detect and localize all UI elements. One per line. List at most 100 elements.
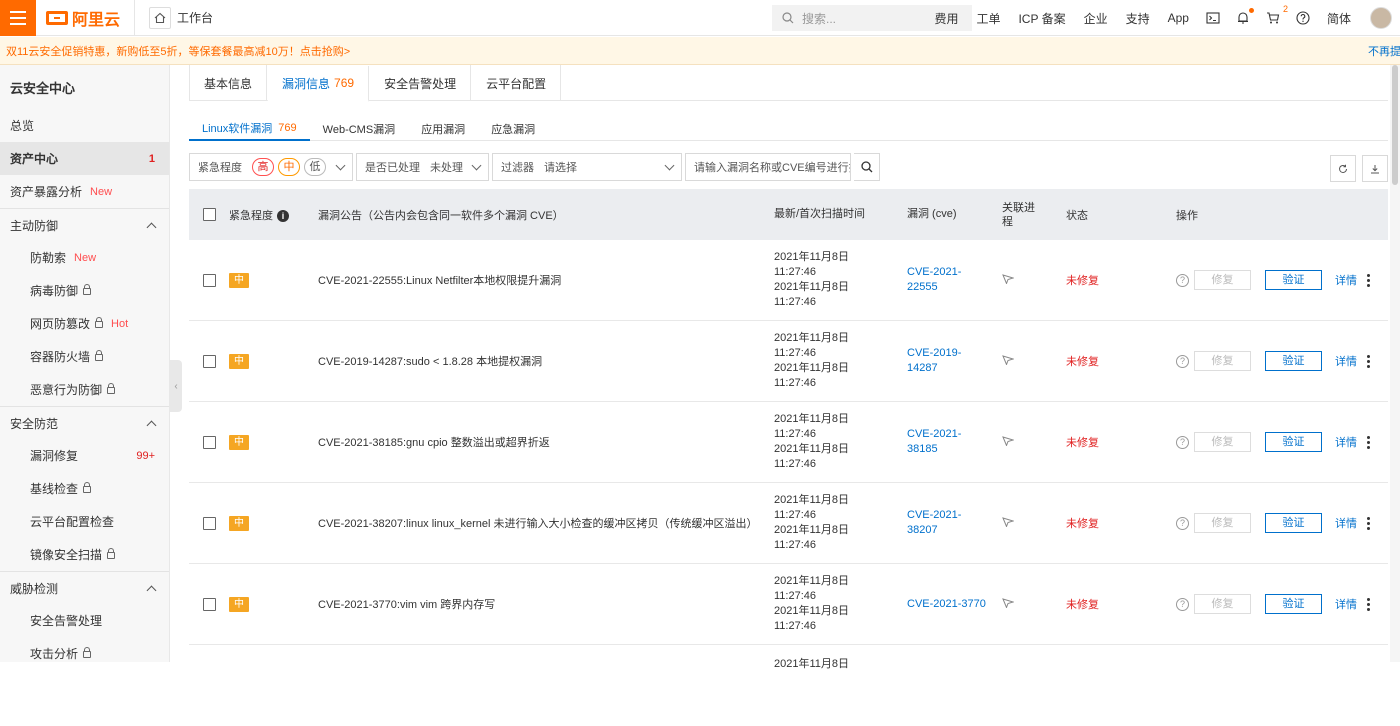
sidebar-collapse-handle[interactable]: ‹ [170,360,182,412]
sidebar-group-security-defense[interactable]: 安全防范 [0,406,169,439]
fix-button[interactable]: 修复 [1194,351,1251,371]
promo-dismiss-link[interactable]: 不再提示 [1368,43,1400,59]
link-ticket[interactable]: 工单 [976,10,1000,27]
vuln-search-input[interactable]: 请输入漏洞名称或CVE编号进行搜 [685,153,851,181]
sidebar-item-asset-center[interactable]: 资产中心 1 [0,142,169,175]
cve-link[interactable]: CVE-2021- 38207 [907,508,1002,538]
sidebar-group-threat-detection[interactable]: 威胁检测 [0,571,169,604]
vuln-name[interactable]: CVE-2021-22555:Linux Netfilter本地权限提升漏洞 [318,272,774,288]
bell-icon[interactable] [1236,8,1254,25]
vuln-name[interactable]: CVE-2021-38207:linux linux_kernel 未进行输入大… [318,515,774,531]
filter-select[interactable]: 过滤器 请选择 [492,153,682,181]
help-circle-icon[interactable]: ? [1176,597,1189,611]
detail-link[interactable]: 详情 [1335,434,1357,450]
link-billing[interactable]: 费用 [934,10,958,27]
handled-select[interactable]: 是否已处理 未处理 [356,153,489,181]
process-icon[interactable] [1002,597,1015,609]
tab-basic-info[interactable]: 基本信息 [189,65,268,101]
verify-button[interactable]: 验证 [1265,432,1322,452]
detail-link[interactable]: 详情 [1335,515,1357,531]
terminal-icon[interactable] [1206,11,1220,25]
subtab-emergency-vuln[interactable]: 应急漏洞 [478,116,548,141]
sidebar-item-webtamper[interactable]: 网页防篡改 Hot [0,307,169,340]
sidebar-item-baseline[interactable]: 基线检查 [0,472,169,505]
download-button[interactable] [1362,155,1388,182]
cve-link[interactable]: CVE-2021- 38185 [907,427,1002,457]
help-icon[interactable] [1296,11,1310,25]
process-icon[interactable] [1002,273,1015,285]
link-icp[interactable]: ICP 备案 [1018,10,1065,27]
aliyun-logo[interactable]: 阿里云 [46,6,120,30]
sidebar-item-cloud-config[interactable]: 云平台配置检查 [0,505,169,538]
language-switch[interactable]: 简体 [1327,10,1351,27]
cart-icon[interactable]: 2 [1266,4,1288,25]
more-options-icon[interactable] [1367,435,1370,449]
sidebar-item-overview[interactable]: 总览 [0,109,169,142]
more-options-icon[interactable] [1367,273,1370,287]
sidebar-item-antivirus[interactable]: 病毒防御 [0,274,169,307]
sidebar-group-active-defense[interactable]: 主动防御 [0,208,169,241]
hamburger-menu-button[interactable] [0,0,36,36]
fix-button[interactable]: 修复 [1194,513,1251,533]
help-circle-icon[interactable]: ? [1176,273,1189,287]
urgency-high-pill[interactable]: 高 [252,158,274,176]
fix-button[interactable]: 修复 [1194,270,1251,290]
process-icon[interactable] [1002,435,1015,447]
sidebar-item-alert[interactable]: 安全告警处理 [0,604,169,637]
process-icon[interactable] [1002,516,1015,528]
urgency-filter[interactable]: 紧急程度 高 中 低 [189,153,353,181]
more-options-icon[interactable] [1367,597,1370,611]
tab-cloud-config[interactable]: 云平台配置 [471,65,562,101]
cve-link[interactable]: CVE-2021-3770 [907,597,1002,612]
verify-button[interactable]: 验证 [1265,270,1322,290]
sidebar-item-attack-analysis[interactable]: 攻击分析 [0,637,169,670]
subtab-web-cms[interactable]: Web-CMS漏洞 [310,116,409,141]
vuln-name[interactable]: CVE-2021-38185:gnu cpio 整数溢出或超界折返 [318,434,774,450]
row-checkbox[interactable] [202,354,216,368]
cve-link[interactable]: CVE-2021- 22555 [907,265,1002,295]
vuln-name[interactable]: CVE-2021-3770:vim vim 跨界内存写 [318,596,774,612]
workbench-link[interactable]: 工作台 [134,0,213,36]
select-all-checkbox[interactable] [202,208,216,221]
row-checkbox[interactable] [202,516,216,530]
sidebar-item-exposure[interactable]: 资产暴露分析 New [0,175,169,208]
scrollbar-thumb[interactable] [1392,65,1398,185]
sidebar-item-malicious-defense[interactable]: 恶意行为防御 [0,373,169,406]
row-checkbox[interactable] [202,435,216,449]
cve-link[interactable]: CVE-2019- 14287 [907,346,1002,376]
process-icon[interactable] [1002,354,1015,366]
page-scrollbar[interactable] [1390,65,1400,662]
detail-link[interactable]: 详情 [1335,353,1357,369]
link-app[interactable]: App [1168,11,1189,25]
row-checkbox[interactable] [202,273,216,287]
sidebar-item-ransomware[interactable]: 防勒索 New [0,241,169,274]
sidebar-item-container-firewall[interactable]: 容器防火墙 [0,340,169,373]
tab-security-alerts[interactable]: 安全告警处理 [369,65,472,101]
verify-button[interactable]: 验证 [1265,513,1322,533]
info-icon[interactable]: i [277,209,289,222]
more-options-icon[interactable] [1367,516,1370,530]
fix-button[interactable]: 修复 [1194,594,1251,614]
vuln-name[interactable]: CVE-2019-14287:sudo < 1.8.28 本地提权漏洞 [318,353,774,369]
urgency-mid-pill[interactable]: 中 [278,158,300,176]
verify-button[interactable]: 验证 [1265,351,1322,371]
link-support[interactable]: 支持 [1126,10,1150,27]
subtab-app-vuln[interactable]: 应用漏洞 [408,116,478,141]
subtab-linux-vuln[interactable]: Linux软件漏洞 769 [189,116,310,141]
user-avatar[interactable] [1370,7,1392,29]
help-circle-icon[interactable]: ? [1176,354,1189,368]
row-checkbox[interactable] [202,597,216,611]
refresh-button[interactable] [1330,155,1356,182]
detail-link[interactable]: 详情 [1335,272,1357,288]
link-enterprise[interactable]: 企业 [1084,10,1108,27]
fix-button[interactable]: 修复 [1194,432,1251,452]
tab-vuln-info[interactable]: 漏洞信息 769 [267,66,370,102]
sidebar-item-image-scan[interactable]: 镜像安全扫描 [0,538,169,571]
verify-button[interactable]: 验证 [1265,594,1322,614]
detail-link[interactable]: 详情 [1335,596,1357,612]
search-button[interactable] [854,153,880,181]
urgency-low-pill[interactable]: 低 [304,158,326,176]
sidebar-item-vuln-fix[interactable]: 漏洞修复 99+ [0,439,169,472]
help-circle-icon[interactable]: ? [1176,516,1189,530]
more-options-icon[interactable] [1367,354,1370,368]
